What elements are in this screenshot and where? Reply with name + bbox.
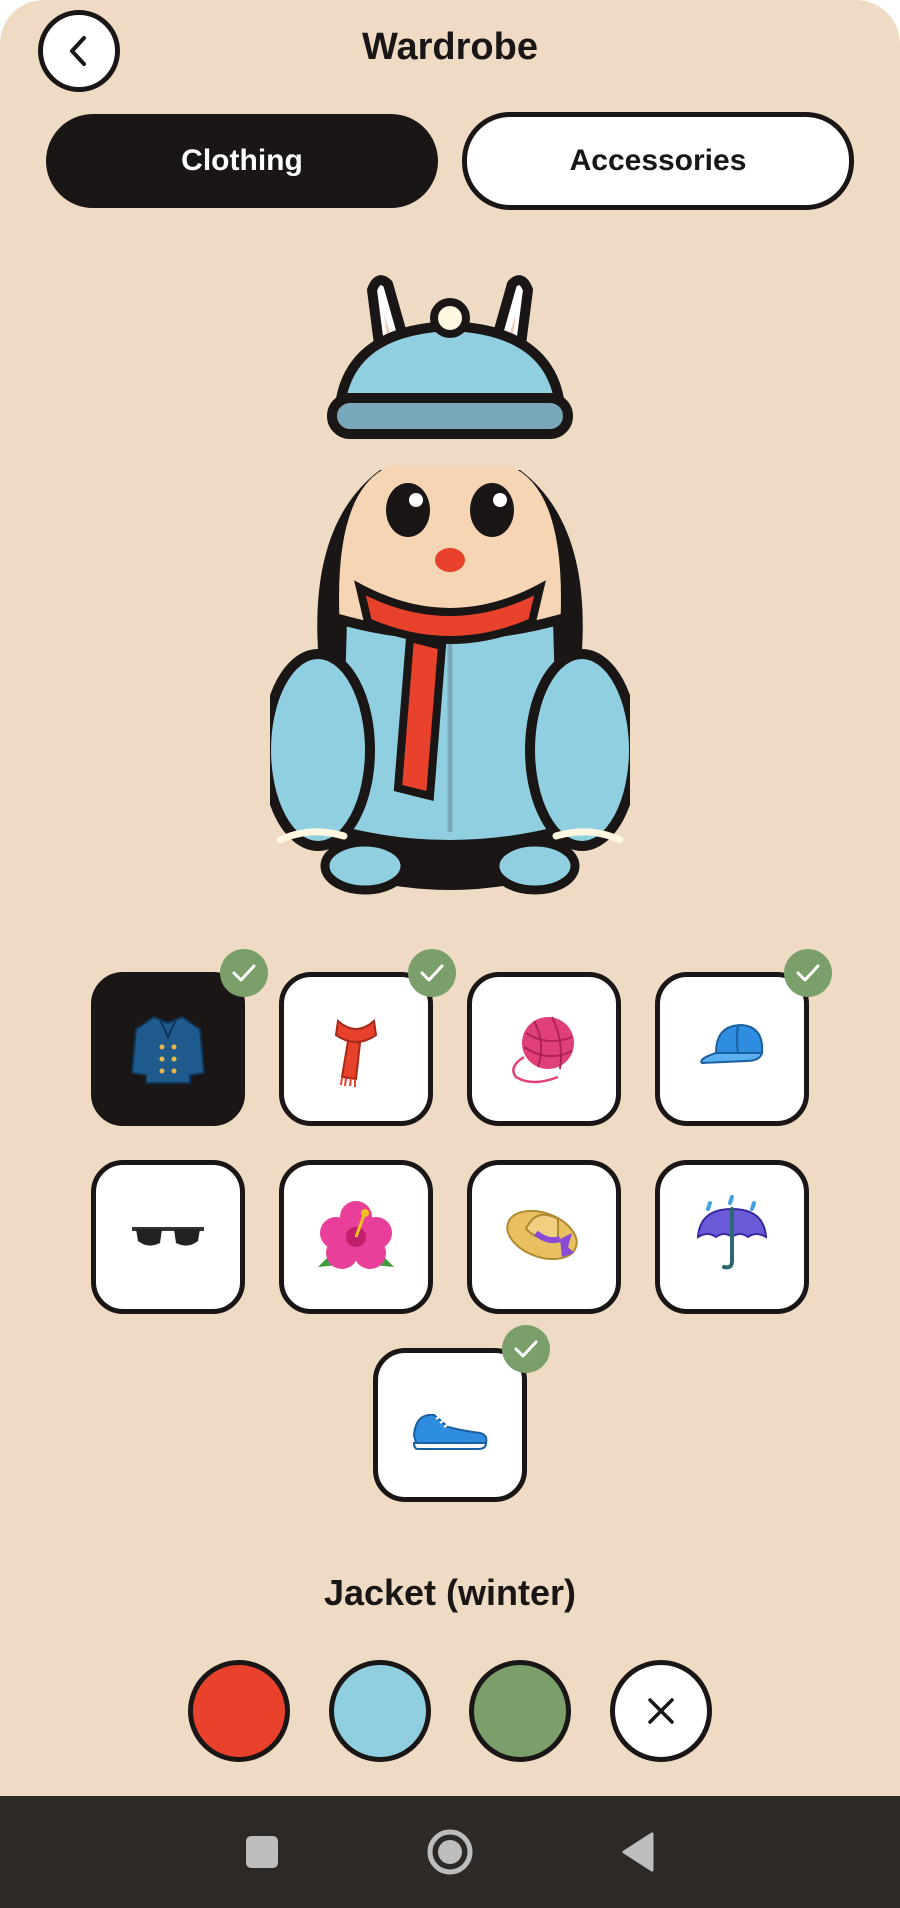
item-winter-jacket[interactable] <box>91 949 268 1126</box>
item-sunglasses[interactable] <box>91 1160 245 1314</box>
item-cap[interactable] <box>655 949 832 1126</box>
sneaker-icon <box>412 1413 488 1450</box>
recents-button[interactable] <box>236 1826 288 1878</box>
wardrobe-screen: Wardrobe Clothing Accessories Jacket (wi… <box>0 0 900 1908</box>
system-nav-bar <box>0 1796 900 1908</box>
bunny-character-preview <box>270 275 630 895</box>
selected-item-name: Jacket (winter) <box>323 1572 577 1613</box>
yarn-ball-icon <box>512 1016 574 1084</box>
equipped-check-icon <box>502 1325 550 1373</box>
color-swatch-green[interactable] <box>469 1660 571 1762</box>
equipped-check-icon <box>784 949 832 997</box>
coat-icon <box>130 1015 206 1084</box>
circle-home-icon <box>427 1829 473 1875</box>
item-hibiscus[interactable] <box>279 1160 433 1314</box>
item-yarn[interactable] <box>467 972 621 1126</box>
color-swatch-red[interactable] <box>188 1660 290 1762</box>
sun-hat-icon <box>506 1209 578 1261</box>
home-button[interactable] <box>424 1826 476 1878</box>
system-back-button[interactable] <box>612 1826 664 1878</box>
hibiscus-icon <box>318 1201 394 1269</box>
triangle-back-icon <box>622 1832 654 1872</box>
equipped-check-icon <box>408 949 456 997</box>
page-title: Wardrobe <box>362 26 538 68</box>
color-swatch-light-blue[interactable] <box>329 1660 431 1762</box>
equipped-check-icon <box>220 949 268 997</box>
sunglasses-icon <box>132 1227 204 1246</box>
item-sneaker[interactable] <box>373 1325 550 1502</box>
item-sun-hat[interactable] <box>467 1160 621 1314</box>
item-umbrella[interactable] <box>655 1160 809 1314</box>
item-scarf[interactable] <box>279 949 456 1126</box>
tab-accessories[interactable]: Accessories <box>462 112 854 210</box>
square-icon <box>246 1836 278 1868</box>
color-swatch-none[interactable] <box>610 1660 712 1762</box>
tab-clothing[interactable]: Clothing <box>46 114 438 208</box>
cap-icon <box>700 1023 764 1065</box>
scarf-icon <box>334 1019 378 1087</box>
umbrella-icon <box>696 1195 768 1270</box>
close-icon <box>648 1698 674 1724</box>
